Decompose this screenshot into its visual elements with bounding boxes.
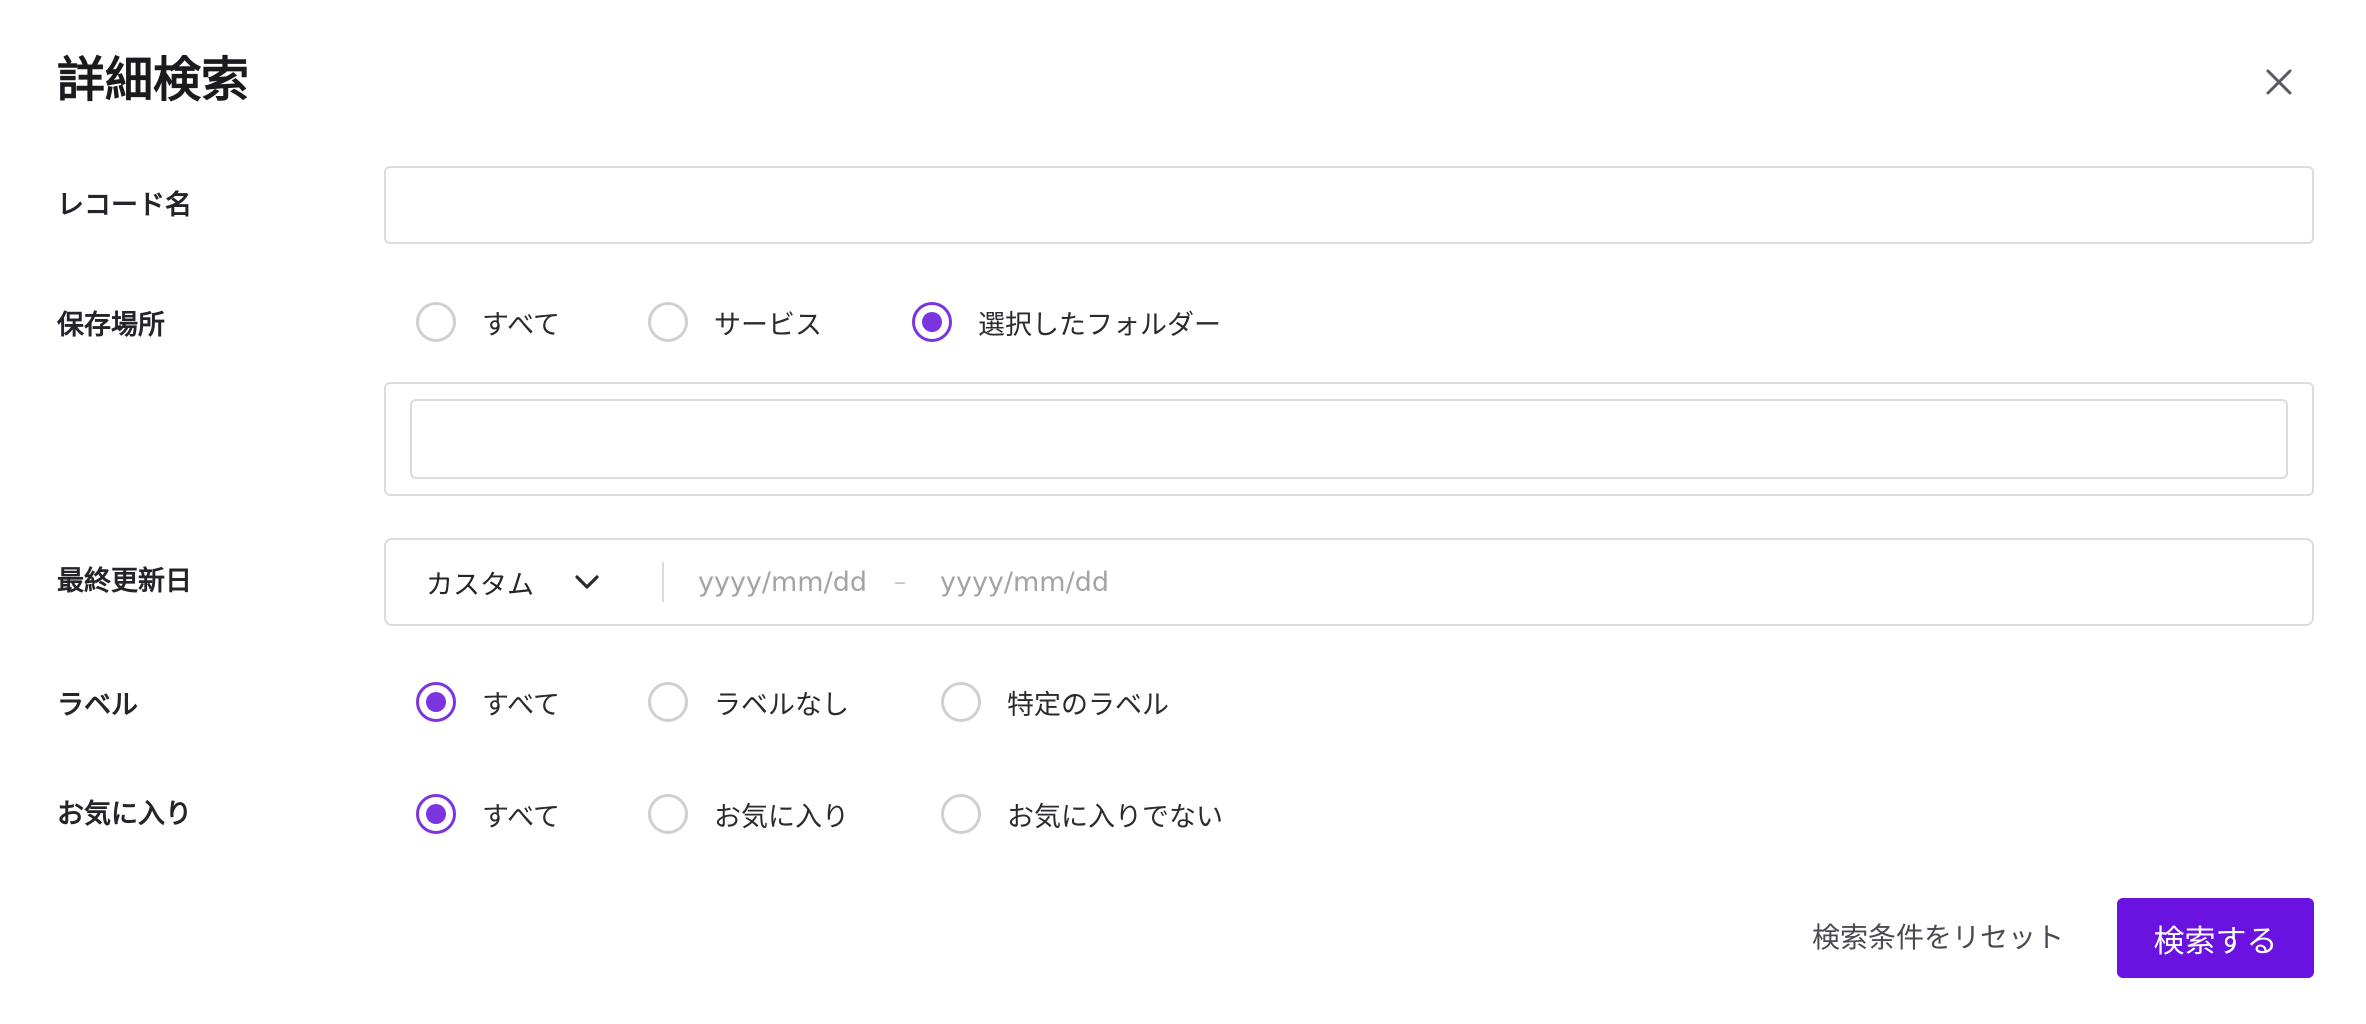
- date-from-input[interactable]: [698, 566, 888, 598]
- radio-label: すべて: [482, 689, 561, 721]
- radio-circle: [941, 682, 981, 722]
- label-filter-label: ラベル: [57, 690, 138, 721]
- label-radio-all[interactable]: すべて: [416, 680, 560, 724]
- date-range-separator: –: [894, 568, 906, 596]
- radio-label: ラベルなし: [714, 689, 849, 721]
- folder-input[interactable]: [410, 399, 2288, 479]
- label-radio-specific[interactable]: 特定のラベル: [941, 680, 1169, 724]
- record-name-input[interactable]: [384, 166, 2314, 244]
- radio-circle: [648, 302, 688, 342]
- date-range-type-value: カスタム: [426, 569, 534, 601]
- chevron-down-icon: [574, 574, 600, 590]
- radio-circle: [416, 302, 456, 342]
- radio-circle: [648, 682, 688, 722]
- location-label: 保存場所: [57, 310, 165, 341]
- date-to-input[interactable]: [940, 566, 1130, 598]
- location-radio-service[interactable]: サービス: [648, 300, 822, 344]
- radio-label: 選択したフォルダー: [978, 309, 1221, 341]
- label-radio-none[interactable]: ラベルなし: [648, 680, 849, 724]
- favorite-radio-not-favorite[interactable]: お気に入りでない: [941, 792, 1223, 836]
- radio-label: すべて: [482, 309, 561, 341]
- date-divider: [662, 562, 664, 602]
- radio-circle: [912, 302, 952, 342]
- search-submit-button[interactable]: 検索する: [2117, 898, 2314, 978]
- location-radio-all[interactable]: すべて: [416, 300, 560, 344]
- dialog-title: 詳細検索: [57, 52, 250, 108]
- record-name-label: レコード名: [57, 190, 192, 221]
- radio-label: お気に入りでない: [1007, 801, 1223, 833]
- reset-button[interactable]: 検索条件をリセット: [1812, 918, 2064, 958]
- radio-label: すべて: [482, 801, 561, 833]
- date-range-type-select[interactable]: カスタム: [386, 540, 662, 624]
- radio-circle: [648, 794, 688, 834]
- radio-circle: [416, 794, 456, 834]
- favorite-radio-all[interactable]: すべて: [416, 792, 560, 836]
- favorite-label: お気に入り: [57, 799, 192, 830]
- radio-label: 特定のラベル: [1007, 689, 1169, 721]
- radio-circle: [941, 794, 981, 834]
- date-range-group: カスタム –: [384, 538, 2314, 626]
- location-radio-selected-folder[interactable]: 選択したフォルダー: [912, 300, 1221, 344]
- radio-label: サービス: [714, 309, 822, 341]
- close-button[interactable]: [2255, 58, 2303, 106]
- last-updated-label: 最終更新日: [57, 566, 192, 597]
- close-icon: [2266, 69, 2292, 95]
- favorite-radio-favorite[interactable]: お気に入り: [648, 792, 849, 836]
- radio-label: お気に入り: [714, 801, 849, 833]
- radio-circle: [416, 682, 456, 722]
